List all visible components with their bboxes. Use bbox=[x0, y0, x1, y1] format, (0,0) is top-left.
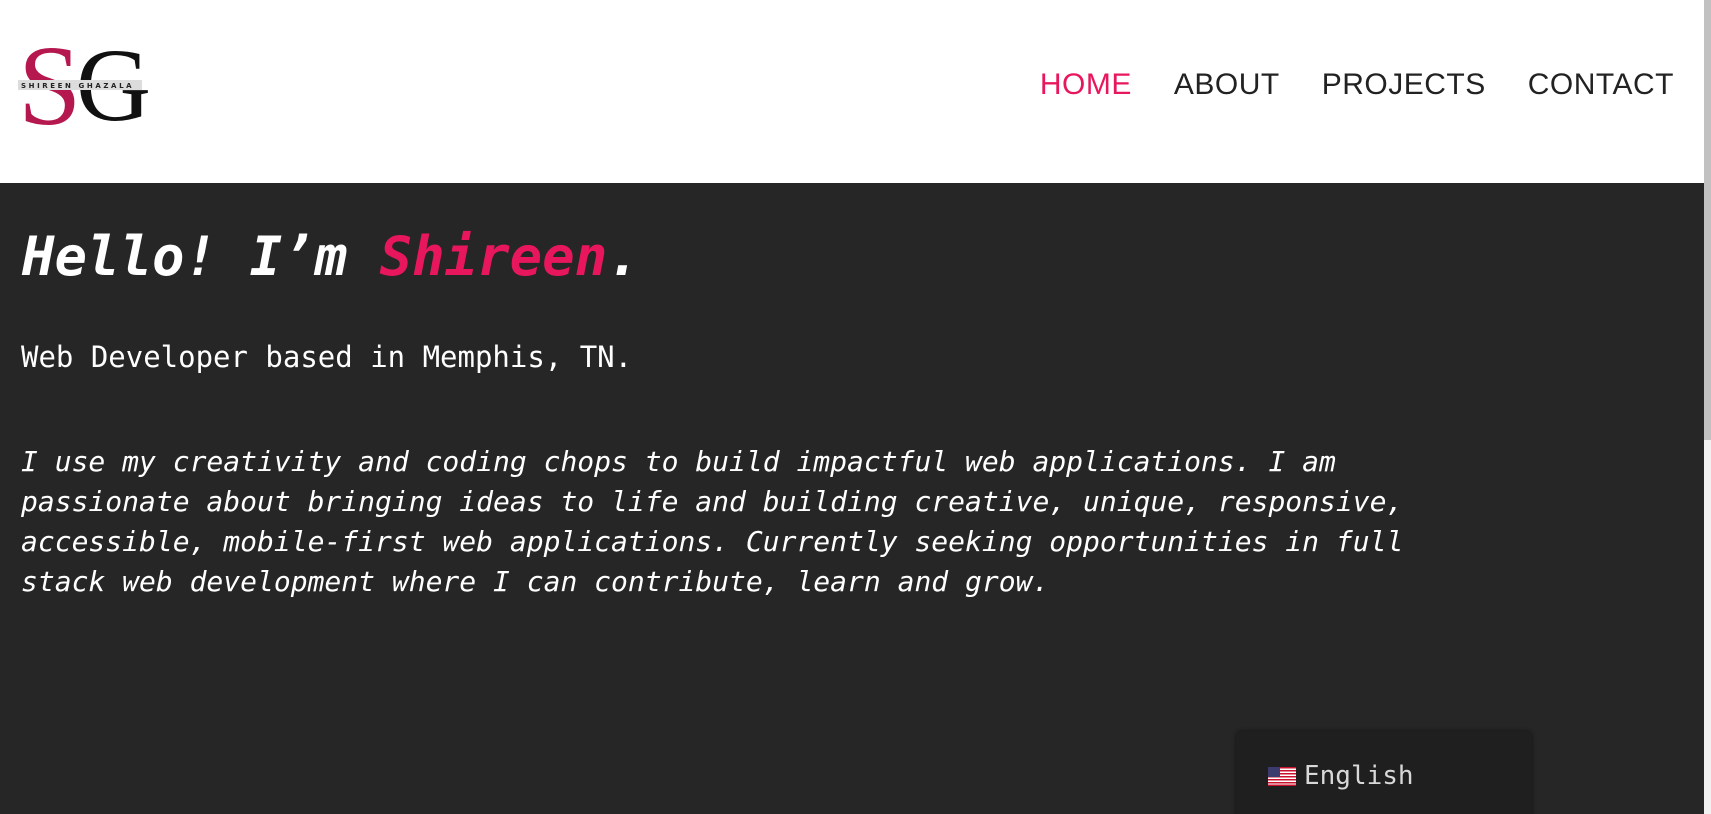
headline-period: . bbox=[607, 225, 640, 288]
bio-line: accessible, mobile-first web application… bbox=[21, 525, 1404, 558]
site-header: G S SHIREEN GHAZALA HOME ABOUT PROJECTS … bbox=[0, 0, 1704, 183]
sg-monogram-logo: G S SHIREEN GHAZALA bbox=[18, 22, 151, 149]
language-switcher[interactable]: English bbox=[1236, 731, 1532, 814]
bio-line: stack web development where I can contri… bbox=[21, 565, 1050, 598]
bio-line: passionate about bringing ideas to life … bbox=[21, 485, 1404, 518]
headline-greeting: Hello! I’m bbox=[22, 225, 380, 288]
nav-item-projects[interactable]: PROJECTS bbox=[1322, 68, 1486, 102]
site-logo[interactable]: G S SHIREEN GHAZALA bbox=[18, 22, 158, 152]
hero-subtitle: Web Developer based in Memphis, TN. bbox=[21, 340, 633, 374]
nav-item-contact[interactable]: CONTACT bbox=[1528, 68, 1674, 102]
main-nav: HOME ABOUT PROJECTS CONTACT bbox=[1040, 68, 1674, 102]
nav-item-about[interactable]: ABOUT bbox=[1174, 68, 1280, 102]
nav-item-home[interactable]: HOME bbox=[1040, 68, 1132, 102]
page-scrollbar[interactable] bbox=[1704, 0, 1711, 814]
logo-wordmark: SHIREEN GHAZALA bbox=[21, 82, 134, 90]
us-flag-icon bbox=[1268, 767, 1296, 786]
language-label: English bbox=[1304, 761, 1414, 791]
hero-headline: Hello! I’m Shireen. bbox=[22, 225, 640, 288]
bio-line: I use my creativity and coding chops to … bbox=[21, 445, 1336, 478]
headline-name: Shireen bbox=[379, 225, 608, 288]
hero-bio: I use my creativity and coding chops to … bbox=[21, 442, 1561, 602]
scrollbar-thumb[interactable] bbox=[1704, 0, 1711, 440]
page: G S SHIREEN GHAZALA HOME ABOUT PROJECTS … bbox=[0, 0, 1711, 814]
